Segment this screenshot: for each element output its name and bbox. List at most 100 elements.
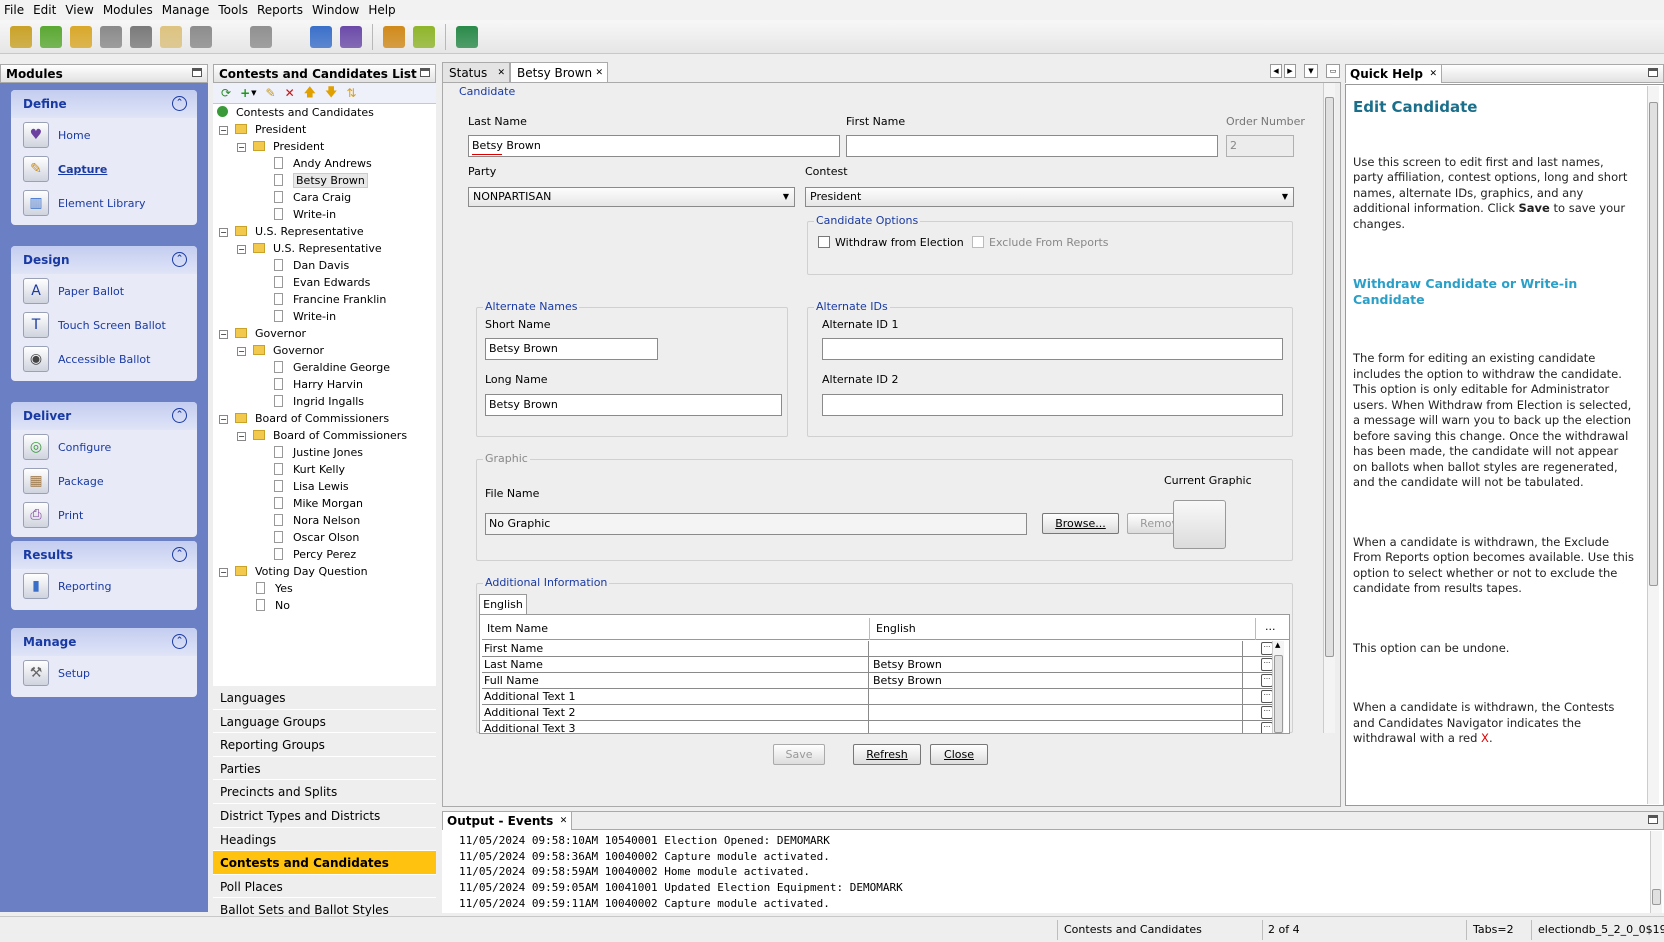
module-item-setup[interactable]: ⚒ Setup — [11, 656, 197, 690]
collapse-icon[interactable]: ⌃ — [172, 96, 187, 111]
collapse-tree-icon[interactable]: − — [237, 245, 246, 254]
tree-candidate[interactable]: Write-in — [274, 207, 336, 223]
help-scrollbar[interactable] — [1647, 86, 1659, 804]
collapse-tree-icon[interactable]: − — [219, 568, 228, 577]
minimize-icon[interactable] — [192, 68, 202, 77]
users-icon[interactable] — [310, 25, 332, 48]
last-name-field[interactable]: Betsy Brown — [468, 135, 840, 157]
collapse-tree-icon[interactable]: − — [219, 330, 228, 339]
close-icon[interactable]: ✕ — [497, 63, 505, 83]
tree-contest[interactable]: − President — [219, 122, 306, 138]
save-icon[interactable] — [220, 26, 242, 48]
menu-view[interactable]: View — [65, 3, 93, 17]
module-group-header[interactable]: Deliver ⌃ — [11, 402, 197, 430]
scroll-thumb[interactable] — [1649, 102, 1658, 586]
collapse-tree-icon[interactable]: − — [237, 432, 246, 441]
minimize-icon[interactable] — [1648, 68, 1658, 77]
tree-subcontest[interactable]: − Governor — [237, 343, 324, 359]
database-icon[interactable] — [130, 25, 152, 48]
tree-contest[interactable]: − U.S. Representative — [219, 224, 364, 240]
tab-betsy-brown[interactable]: Betsy Brown ✕ — [510, 62, 608, 82]
collapse-tree-icon[interactable]: − — [219, 415, 228, 424]
tree-subcontest[interactable]: − Board of Commissioners — [237, 428, 407, 444]
tree-candidate[interactable]: Dan Davis — [274, 258, 349, 274]
table-row[interactable]: Additional Text 3 ··· — [482, 721, 1273, 733]
tree-candidate[interactable]: Betsy Brown — [274, 173, 368, 189]
chevron-down-icon[interactable]: ▼ — [251, 89, 256, 97]
tree-candidate[interactable]: Justine Jones — [274, 445, 363, 461]
stack-icon[interactable] — [100, 25, 122, 48]
sync-icon[interactable] — [456, 25, 478, 48]
tab-output-events[interactable]: Output - Events ✕ — [443, 811, 573, 830]
alt-id1-field[interactable] — [822, 338, 1283, 360]
menu-help[interactable]: Help — [368, 3, 395, 17]
menu-modules[interactable]: Modules — [103, 3, 153, 17]
module-item-accessible-ballot[interactable]: ◉ Accessible Ballot — [11, 342, 197, 376]
collapse-tree-icon[interactable]: − — [237, 143, 246, 152]
table-row[interactable]: First Name ··· — [482, 641, 1273, 657]
close-icon[interactable]: ✕ — [560, 812, 568, 830]
module-item-package[interactable]: ▦ Package — [11, 464, 197, 498]
collapse-icon[interactable]: ⌃ — [172, 252, 187, 267]
tree-candidate[interactable]: Evan Edwards — [274, 275, 370, 291]
tree-candidate[interactable]: Kurt Kelly — [274, 462, 345, 478]
tree-candidate[interactable]: Lisa Lewis — [274, 479, 349, 495]
first-name-field[interactable] — [846, 135, 1218, 157]
module-item-paper-ballot[interactable]: A Paper Ballot — [11, 274, 197, 308]
module-item-print[interactable]: ⎙ Print — [11, 498, 197, 532]
add-icon[interactable]: + — [240, 86, 250, 100]
tree-candidate[interactable]: Ingrid Ingalls — [274, 394, 364, 410]
disk-icon[interactable] — [190, 25, 212, 48]
module-item-configure[interactable]: ◎ Configure — [11, 430, 197, 464]
nav-district-types-and-districts[interactable]: District Types and Districts — [213, 803, 436, 827]
tree-candidate[interactable]: Francine Franklin — [274, 292, 386, 308]
tree-subcontest[interactable]: − President — [237, 139, 324, 155]
menu-file[interactable]: File — [4, 3, 24, 17]
tree-candidate[interactable]: Harry Harvin — [274, 377, 363, 393]
table-row[interactable]: Additional Text 2 ··· — [482, 705, 1273, 721]
new-election-icon[interactable] — [10, 25, 32, 48]
edit-icon[interactable]: ✎ — [266, 86, 276, 100]
add-icon[interactable] — [40, 25, 62, 48]
table-row[interactable]: Full Name Betsy Brown ··· — [482, 673, 1273, 689]
nav-language-groups[interactable]: Language Groups — [213, 708, 436, 733]
scroll-thumb[interactable] — [1274, 655, 1283, 733]
alt-id2-field[interactable] — [822, 394, 1283, 416]
table-scrollbar[interactable]: ▲ — [1272, 641, 1284, 733]
tab-list-icon[interactable]: ▼ — [1304, 64, 1318, 78]
module-group-header[interactable]: Results ⌃ — [11, 541, 197, 569]
tree-contest[interactable]: − Voting Day Question — [219, 564, 368, 580]
import-icon[interactable] — [160, 25, 182, 48]
tree-candidate[interactable]: Yes — [256, 581, 293, 597]
tab-quick-help[interactable]: Quick Help ✕ — [1346, 64, 1443, 83]
menu-edit[interactable]: Edit — [33, 3, 56, 17]
sort-icon[interactable]: ⇅ — [346, 86, 356, 100]
layers-icon[interactable] — [383, 25, 405, 48]
tree-candidate[interactable]: Oscar Olson — [274, 530, 359, 546]
archive-icon[interactable] — [250, 25, 272, 48]
module-item-capture[interactable]: ✎ Capture — [11, 152, 197, 186]
tree-candidate[interactable]: Nora Nelson — [274, 513, 360, 529]
browse-button[interactable]: Browse... — [1042, 513, 1119, 534]
long-name-field[interactable]: Betsy Brown — [485, 394, 782, 416]
module-item-element-library[interactable]: ▥ Element Library — [11, 186, 197, 220]
scroll-up-icon[interactable]: ▲ — [1275, 641, 1280, 649]
nav-headings[interactable]: Headings — [213, 826, 436, 851]
collapse-icon[interactable]: ⌃ — [172, 408, 187, 423]
scroll-thumb[interactable] — [1325, 97, 1334, 657]
withdraw-checkbox[interactable]: Withdraw from Election — [818, 236, 964, 249]
contest-select[interactable]: President ▼ — [805, 187, 1294, 207]
row-english-value[interactable]: Betsy Brown — [873, 673, 1243, 688]
collapse-icon[interactable]: ⌃ — [172, 547, 187, 562]
move-up-icon[interactable]: 🡅 — [304, 83, 316, 104]
tree-candidate[interactable]: Andy Andrews — [274, 156, 372, 172]
short-name-field[interactable]: Betsy Brown — [485, 338, 658, 360]
open-folder-icon[interactable] — [70, 25, 92, 48]
nav-languages[interactable]: Languages — [213, 685, 436, 709]
table-row[interactable]: Additional Text 1 ··· — [482, 689, 1273, 705]
tab-english[interactable]: English — [479, 594, 527, 614]
close-icon[interactable]: ✕ — [595, 63, 603, 83]
collapse-icon[interactable]: ⌃ — [172, 634, 187, 649]
maximize-icon[interactable]: ▭ — [1326, 64, 1340, 78]
module-group-header[interactable]: Manage ⌃ — [11, 628, 197, 656]
